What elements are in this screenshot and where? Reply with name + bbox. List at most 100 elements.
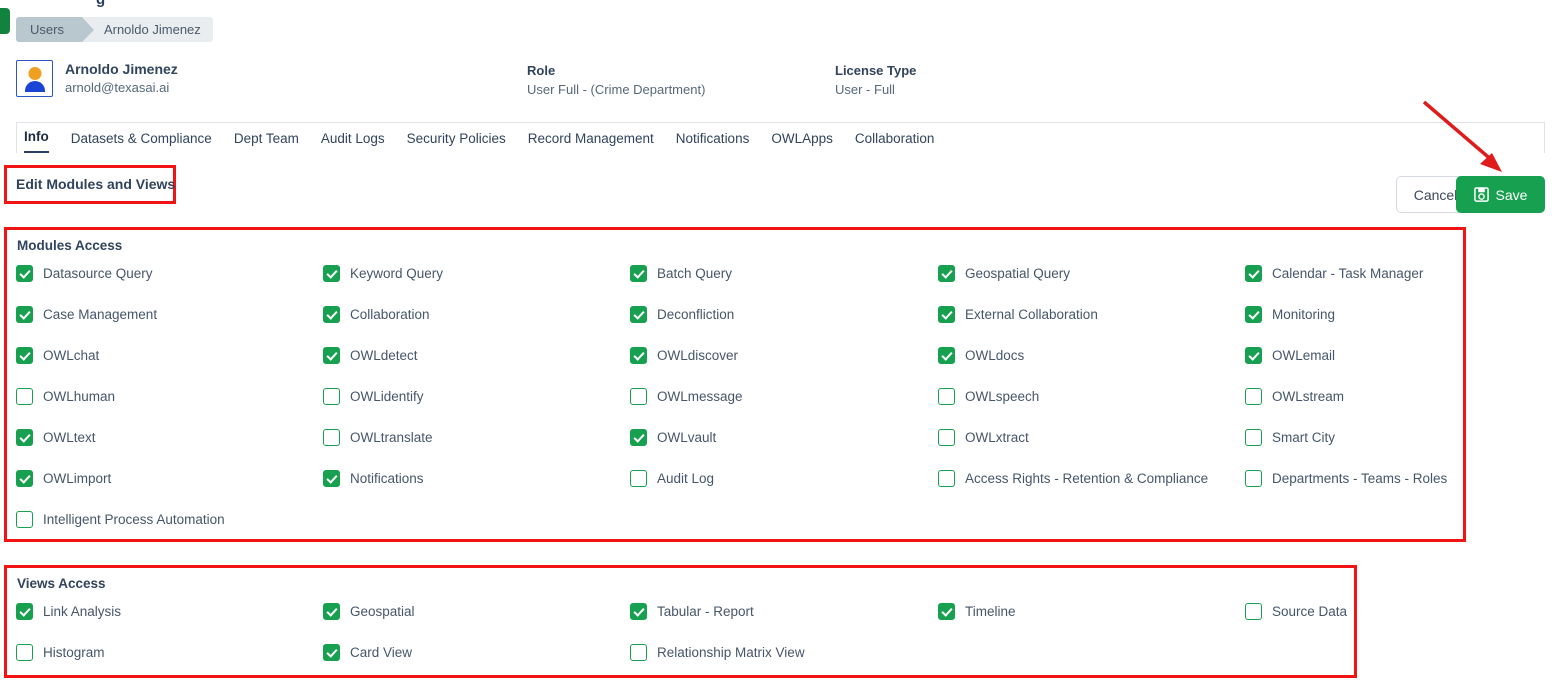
checkbox-checked-icon[interactable]: [323, 347, 340, 364]
checkbox-owldocs[interactable]: OWLdocs: [938, 347, 1024, 364]
role-label: Role: [527, 63, 556, 78]
save-button[interactable]: Save: [1456, 176, 1545, 213]
checkbox-checked-icon[interactable]: [16, 429, 33, 446]
checkbox-histogram[interactable]: Histogram: [16, 644, 105, 661]
checkbox-unchecked-icon[interactable]: [16, 388, 33, 405]
checkbox-unchecked-icon[interactable]: [16, 644, 33, 661]
tab-owlapps[interactable]: OWLApps: [771, 131, 833, 153]
checkbox-unchecked-icon[interactable]: [938, 429, 955, 446]
checkbox-intelligent-process-automation[interactable]: Intelligent Process Automation: [16, 511, 225, 528]
checkbox-smart-city[interactable]: Smart City: [1245, 429, 1335, 446]
checkbox-monitoring[interactable]: Monitoring: [1245, 306, 1335, 323]
checkbox-checked-icon[interactable]: [16, 347, 33, 364]
checkbox-checked-icon[interactable]: [323, 603, 340, 620]
checkbox-unchecked-icon[interactable]: [630, 470, 647, 487]
avatar-body-shape: [24, 81, 45, 92]
checkbox-keyword-query[interactable]: Keyword Query: [323, 265, 443, 282]
tab-notifications[interactable]: Notifications: [676, 131, 750, 153]
checkbox-notifications[interactable]: Notifications: [323, 470, 424, 487]
tab-collaboration[interactable]: Collaboration: [855, 131, 935, 153]
checkbox-owlchat[interactable]: OWLchat: [16, 347, 99, 364]
checkbox-label: Intelligent Process Automation: [43, 512, 225, 527]
checkbox-owltext[interactable]: OWLtext: [16, 429, 96, 446]
checkbox-collaboration[interactable]: Collaboration: [323, 306, 430, 323]
user-profile-page: g Users Arnoldo Jimenez Arnoldo Jimenez …: [0, 0, 1555, 695]
checkbox-unchecked-icon[interactable]: [938, 388, 955, 405]
checkbox-checked-icon[interactable]: [630, 265, 647, 282]
checkbox-checked-icon[interactable]: [1245, 265, 1262, 282]
checkbox-checked-icon[interactable]: [16, 603, 33, 620]
checkbox-owlspeech[interactable]: OWLspeech: [938, 388, 1039, 405]
checkbox-checked-icon[interactable]: [630, 429, 647, 446]
checkbox-source-data[interactable]: Source Data: [1245, 603, 1347, 620]
tab-info[interactable]: Info: [24, 129, 49, 153]
checkbox-checked-icon[interactable]: [1245, 306, 1262, 323]
checkbox-departments-teams-roles[interactable]: Departments - Teams - Roles: [1245, 470, 1447, 487]
checkbox-owldetect[interactable]: OWLdetect: [323, 347, 418, 364]
checkbox-case-management[interactable]: Case Management: [16, 306, 157, 323]
checkbox-owlstream[interactable]: OWLstream: [1245, 388, 1344, 405]
checkbox-unchecked-icon[interactable]: [938, 470, 955, 487]
checkbox-timeline[interactable]: Timeline: [938, 603, 1016, 620]
checkbox-relationship-matrix-view[interactable]: Relationship Matrix View: [630, 644, 805, 661]
checkbox-unchecked-icon[interactable]: [1245, 429, 1262, 446]
checkbox-owldiscover[interactable]: OWLdiscover: [630, 347, 738, 364]
checkbox-checked-icon[interactable]: [323, 470, 340, 487]
checkbox-checked-icon[interactable]: [630, 347, 647, 364]
checkbox-checked-icon[interactable]: [16, 265, 33, 282]
checkbox-unchecked-icon[interactable]: [630, 388, 647, 405]
checkbox-datasource-query[interactable]: Datasource Query: [16, 265, 153, 282]
checkbox-unchecked-icon[interactable]: [1245, 388, 1262, 405]
checkbox-checked-icon[interactable]: [630, 603, 647, 620]
checkbox-owlxtract[interactable]: OWLxtract: [938, 429, 1029, 446]
tab-security-policies[interactable]: Security Policies: [407, 131, 506, 153]
checkbox-unchecked-icon[interactable]: [16, 511, 33, 528]
checkbox-label: Histogram: [43, 645, 105, 660]
checkbox-checked-icon[interactable]: [323, 265, 340, 282]
tab-label: Datasets & Compliance: [70, 131, 212, 146]
breadcrumb-item-current-user[interactable]: Arnoldo Jimenez: [82, 17, 213, 42]
checkbox-access-rights-retention-compliance[interactable]: Access Rights - Retention & Compliance: [938, 470, 1208, 487]
checkbox-checked-icon[interactable]: [323, 644, 340, 661]
tab-datasets-compliance[interactable]: Datasets & Compliance: [71, 131, 212, 153]
checkbox-owlhuman[interactable]: OWLhuman: [16, 388, 115, 405]
tab-record-management[interactable]: Record Management: [528, 131, 654, 153]
checkbox-checked-icon[interactable]: [938, 306, 955, 323]
checkbox-checked-icon[interactable]: [938, 265, 955, 282]
checkbox-checked-icon[interactable]: [938, 603, 955, 620]
checkbox-deconfliction[interactable]: Deconfliction: [630, 306, 734, 323]
checkbox-audit-log[interactable]: Audit Log: [630, 470, 714, 487]
tab-audit-logs[interactable]: Audit Logs: [321, 131, 385, 153]
checkbox-owlimport[interactable]: OWLimport: [16, 470, 111, 487]
checkbox-unchecked-icon[interactable]: [630, 644, 647, 661]
checkbox-unchecked-icon[interactable]: [1245, 603, 1262, 620]
checkbox-checked-icon[interactable]: [938, 347, 955, 364]
checkbox-checked-icon[interactable]: [630, 306, 647, 323]
checkbox-link-analysis[interactable]: Link Analysis: [16, 603, 121, 620]
checkbox-geospatial-query[interactable]: Geospatial Query: [938, 265, 1070, 282]
checkbox-owlidentify[interactable]: OWLidentify: [323, 388, 424, 405]
checkbox-tabular-report[interactable]: Tabular - Report: [630, 603, 754, 620]
checkbox-owlvault[interactable]: OWLvault: [630, 429, 716, 446]
checkbox-owltranslate[interactable]: OWLtranslate: [323, 429, 433, 446]
checkbox-geospatial[interactable]: Geospatial: [323, 603, 415, 620]
checkbox-unchecked-icon[interactable]: [323, 429, 340, 446]
checkbox-checked-icon[interactable]: [16, 470, 33, 487]
checkbox-card-view[interactable]: Card View: [323, 644, 412, 661]
checkbox-label: Source Data: [1272, 604, 1348, 619]
checkbox-batch-query[interactable]: Batch Query: [630, 265, 732, 282]
checkbox-unchecked-icon[interactable]: [323, 388, 340, 405]
checkbox-owlemail[interactable]: OWLemail: [1245, 347, 1335, 364]
tab-label: Security Policies: [406, 131, 506, 146]
checkbox-checked-icon[interactable]: [323, 306, 340, 323]
checkbox-checked-icon[interactable]: [1245, 347, 1262, 364]
checkbox-unchecked-icon[interactable]: [1245, 470, 1262, 487]
checkbox-label: OWLtranslate: [350, 430, 433, 445]
checkbox-owlmessage[interactable]: OWLmessage: [630, 388, 743, 405]
checkbox-checked-icon[interactable]: [16, 306, 33, 323]
tab-dept-team[interactable]: Dept Team: [234, 131, 299, 153]
checkbox-label: OWLemail: [1272, 348, 1336, 363]
checkbox-external-collaboration[interactable]: External Collaboration: [938, 306, 1098, 323]
checkbox-calendar-task-manager[interactable]: Calendar - Task Manager: [1245, 265, 1423, 282]
breadcrumb-item-users[interactable]: Users: [16, 17, 94, 42]
